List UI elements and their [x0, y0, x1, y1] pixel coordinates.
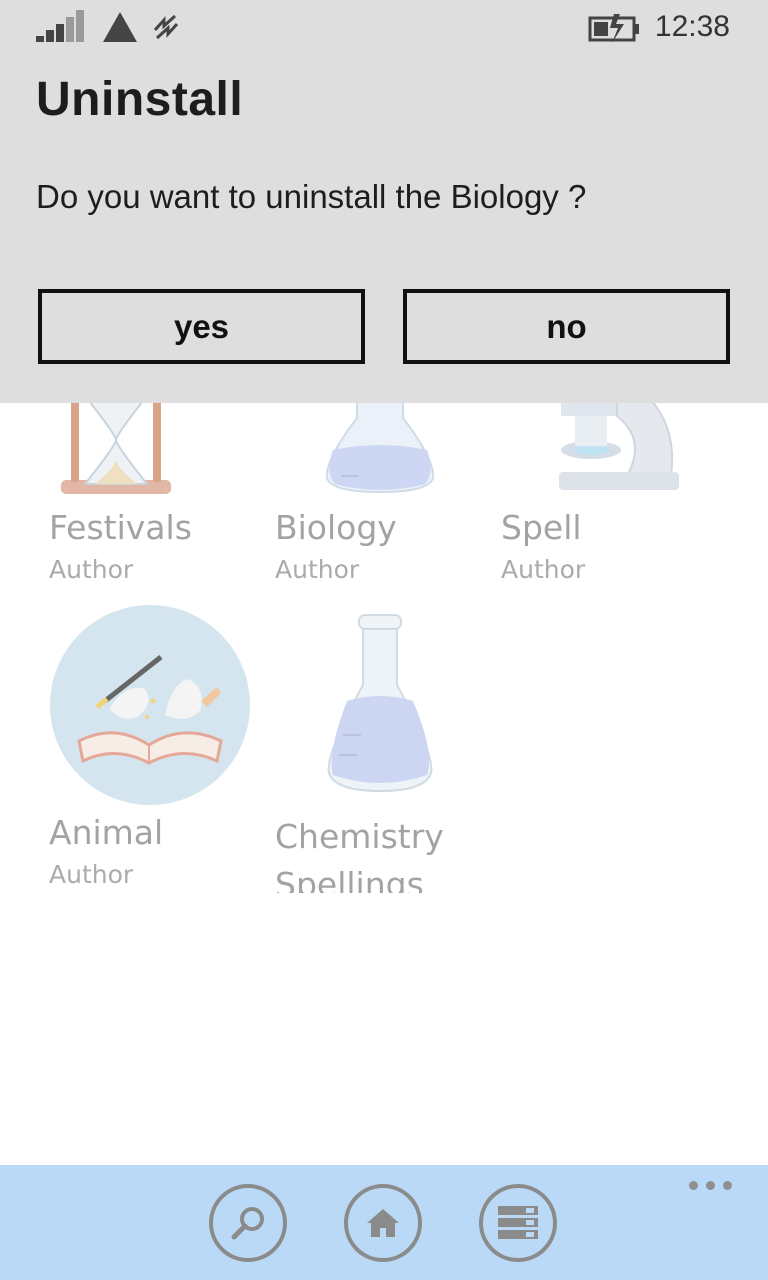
app-subtitle: Spellings	[275, 865, 424, 893]
ellipsis-icon	[689, 1181, 698, 1190]
app-title: Biology	[275, 508, 397, 547]
app-subtitle: Author	[501, 555, 586, 584]
battery-charging-icon	[588, 14, 639, 43]
home-button[interactable]	[344, 1184, 422, 1262]
list-button[interactable]	[479, 1184, 557, 1262]
ellipsis-icon	[706, 1181, 715, 1190]
clock-time: 12:38	[654, 10, 730, 43]
dialog-title: Uninstall	[36, 73, 244, 126]
search-icon	[231, 1207, 264, 1240]
signal-strength-icon	[36, 10, 84, 42]
app-subtitle: Author	[275, 555, 360, 584]
vibrate-icon	[153, 14, 179, 40]
search-button[interactable]	[209, 1184, 287, 1262]
yes-button[interactable]: yes	[38, 289, 365, 364]
status-bar: 12:38	[0, 0, 768, 58]
uninstall-dialog: 12:38 Uninstall Do you want to uninstall…	[0, 0, 768, 403]
app-bar	[0, 1165, 768, 1280]
magic-book-icon	[50, 605, 250, 805]
app-subtitle: Author	[49, 860, 134, 889]
app-subtitle: Author	[49, 555, 134, 584]
app-title-clip: Chemistry Spellings	[275, 813, 505, 893]
app-title: Chemistry	[275, 817, 444, 856]
ellipsis-icon	[723, 1181, 732, 1190]
more-options-button[interactable]	[689, 1181, 732, 1190]
dialog-message: Do you want to uninstall the Biology ?	[36, 178, 587, 215]
app-title: Spell	[501, 508, 582, 547]
data-connection-icon	[103, 12, 137, 42]
no-button[interactable]: no	[403, 289, 730, 364]
app-title: Animal	[49, 813, 164, 852]
list-icon	[498, 1206, 538, 1239]
home-icon	[367, 1209, 399, 1237]
app-title: Festivals	[49, 508, 192, 547]
flask-icon	[327, 614, 433, 793]
